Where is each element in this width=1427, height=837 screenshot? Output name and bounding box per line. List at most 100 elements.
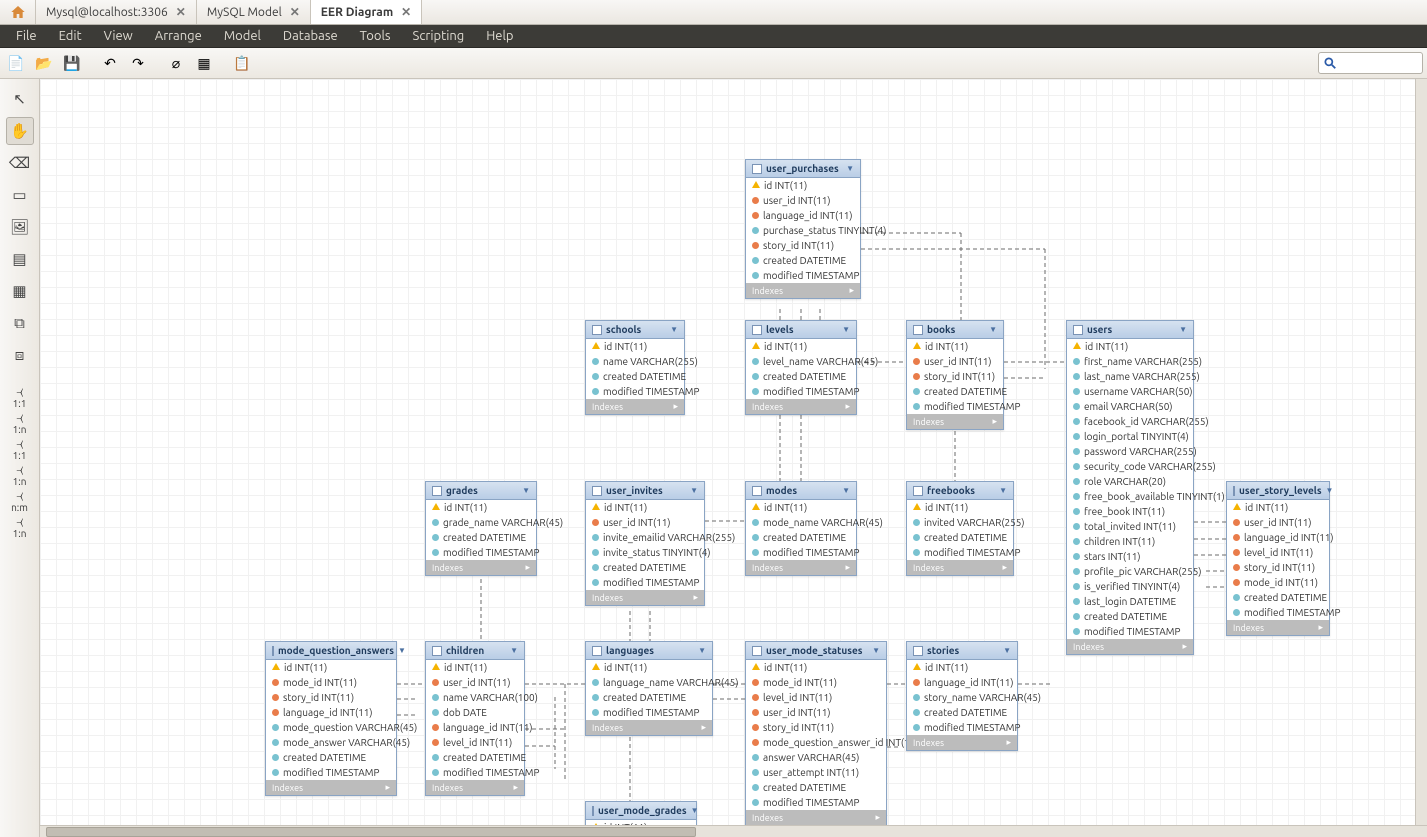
view-tool[interactable]: ⧉ (6, 309, 34, 337)
table-header[interactable]: users▼ (1067, 321, 1193, 339)
table-column[interactable]: dob DATE (426, 705, 524, 720)
table-column[interactable]: story_id INT(11) (746, 238, 860, 253)
menu-tools[interactable]: Tools (350, 27, 401, 45)
table-column[interactable]: created DATETIME (1067, 609, 1193, 624)
table-header[interactable]: freebooks▼ (907, 482, 1013, 500)
table-column[interactable]: user_id INT(11) (746, 705, 886, 720)
table-column[interactable]: story_name VARCHAR(45) (907, 690, 1017, 705)
table-column[interactable]: id INT(11) (746, 339, 856, 354)
expand-icon[interactable]: ▸ (1318, 622, 1323, 633)
table-column[interactable]: id INT(11) (746, 660, 886, 675)
table-header[interactable]: user_mode_grades▼ (586, 802, 696, 820)
table-column[interactable]: id INT(11) (586, 660, 712, 675)
table-column[interactable]: created DATETIME (266, 750, 396, 765)
table-column[interactable]: invite_emailid VARCHAR(255) (586, 530, 704, 545)
table-column[interactable]: story_id INT(11) (907, 369, 1003, 384)
table-freebooks[interactable]: freebooks▼id INT(11)invited VARCHAR(255)… (906, 481, 1014, 576)
collapse-icon[interactable]: ▼ (999, 486, 1007, 495)
table-column[interactable]: modified TIMESTAMP (1067, 624, 1193, 639)
table-levels[interactable]: levels▼id INT(11)level_name VARCHAR(45)c… (745, 320, 857, 415)
table-column[interactable]: language_id INT(11) (746, 208, 860, 223)
table-header[interactable]: user_invites▼ (586, 482, 704, 500)
table-stories[interactable]: stories▼id INT(11)language_id INT(11)sto… (906, 641, 1018, 751)
table-column[interactable]: modified TIMESTAMP (746, 545, 856, 560)
table-column[interactable]: created DATETIME (586, 560, 704, 575)
table-column[interactable]: mode_name VARCHAR(45) (746, 515, 856, 530)
table-column[interactable]: created DATETIME (746, 253, 860, 268)
collapse-icon[interactable]: ▼ (1003, 646, 1011, 655)
table-indexes-footer[interactable]: Indexes▸ (746, 283, 860, 298)
table-header[interactable]: grades▼ (426, 482, 536, 500)
expand-icon[interactable]: ▸ (849, 285, 854, 296)
table-column[interactable]: modified TIMESTAMP (586, 705, 712, 720)
table-user_mode_statuses[interactable]: user_mode_statuses▼id INT(11)mode_id INT… (745, 641, 887, 826)
menu-arrange[interactable]: Arrange (145, 27, 212, 45)
table-column[interactable]: modified TIMESTAMP (746, 268, 860, 283)
table-indexes-footer[interactable]: Indexes▸ (426, 560, 536, 575)
collapse-icon[interactable]: ▼ (398, 646, 406, 655)
table-column[interactable]: user_id INT(11) (1227, 515, 1329, 530)
table-schools[interactable]: schools▼id INT(11)name VARCHAR(255)creat… (585, 320, 685, 415)
table-column[interactable]: stars INT(11) (1067, 549, 1193, 564)
table-column[interactable]: last_name VARCHAR(255) (1067, 369, 1193, 384)
table-grades[interactable]: grades▼id INT(11)grade_name VARCHAR(45)c… (425, 481, 537, 576)
table-column[interactable]: role VARCHAR(20) (1067, 474, 1193, 489)
table-column[interactable]: last_login DATETIME (1067, 594, 1193, 609)
table-column[interactable]: children INT(11) (1067, 534, 1193, 549)
table-column[interactable]: is_verified TINYINT(4) (1067, 579, 1193, 594)
table-column[interactable]: user_id INT(11) (426, 675, 524, 690)
table-column[interactable]: language_id INT(11) (266, 705, 396, 720)
relation-tool-1-n[interactable]: ⎯⟨1:n (11, 411, 28, 437)
horizontal-scrollbar[interactable] (40, 825, 1427, 837)
collapse-icon[interactable]: ▼ (842, 325, 850, 334)
close-icon[interactable]: ✕ (290, 5, 300, 19)
relation-tool-1-1[interactable]: ⎯⟨1:1 (11, 437, 28, 463)
table-header[interactable]: user_story_levels▼ (1227, 482, 1329, 500)
table-column[interactable]: id INT(11) (907, 339, 1003, 354)
table-column[interactable]: password VARCHAR(255) (1067, 444, 1193, 459)
table-column[interactable]: created DATETIME (907, 530, 1013, 545)
table-column[interactable]: login_portal TINYINT(4) (1067, 429, 1193, 444)
menu-database[interactable]: Database (273, 27, 348, 45)
expand-icon[interactable]: ▸ (1182, 641, 1187, 652)
expand-icon[interactable]: ▸ (845, 401, 850, 412)
table-column[interactable]: story_id INT(11) (1227, 560, 1329, 575)
table-column[interactable]: id INT(11) (746, 500, 856, 515)
table-column[interactable]: created DATETIME (586, 369, 684, 384)
vertical-scrollbar[interactable] (1415, 79, 1427, 825)
table-column[interactable]: mode_question VARCHAR(45) (266, 720, 396, 735)
table-column[interactable]: modified TIMESTAMP (426, 765, 524, 780)
collapse-icon[interactable]: ▼ (1326, 486, 1334, 495)
layer-tool[interactable]: ▭ (6, 181, 34, 209)
collapse-icon[interactable]: ▼ (510, 646, 518, 655)
collapse-icon[interactable]: ▼ (691, 806, 699, 815)
expand-icon[interactable]: ▸ (525, 562, 530, 573)
expand-icon[interactable]: ▸ (992, 416, 997, 427)
table-column[interactable]: language_name VARCHAR(45) (586, 675, 712, 690)
table-column[interactable]: id INT(11) (1227, 500, 1329, 515)
table-column[interactable]: answer VARCHAR(45) (746, 750, 886, 765)
table-column[interactable]: modified TIMESTAMP (586, 575, 704, 590)
expand-icon[interactable]: ▸ (875, 812, 880, 823)
table-header[interactable]: user_purchases▼ (746, 160, 860, 178)
table-indexes-footer[interactable]: Indexes▸ (907, 735, 1017, 750)
table-column[interactable]: grade_name VARCHAR(45) (426, 515, 536, 530)
table-column[interactable]: language_id INT(11) (907, 675, 1017, 690)
table-header[interactable]: schools▼ (586, 321, 684, 339)
table-column[interactable]: user_attempt INT(11) (746, 765, 886, 780)
table-user_purchases[interactable]: user_purchases▼id INT(11)user_id INT(11)… (745, 159, 861, 299)
menu-file[interactable]: File (6, 27, 47, 45)
table-column[interactable]: level_id INT(11) (1227, 545, 1329, 560)
table-column[interactable]: created DATETIME (746, 369, 856, 384)
open-file-button[interactable]: 📂 (32, 51, 56, 75)
table-column[interactable]: level_name VARCHAR(45) (746, 354, 856, 369)
table-header[interactable]: user_mode_statuses▼ (746, 642, 886, 660)
table-column[interactable]: modified TIMESTAMP (907, 720, 1017, 735)
eraser-tool[interactable]: ⌫ (6, 149, 34, 177)
expand-icon[interactable]: ▸ (1006, 737, 1011, 748)
table-column[interactable]: user_id INT(11) (586, 515, 704, 530)
collapse-icon[interactable]: ▼ (989, 325, 997, 334)
table-column[interactable]: modified TIMESTAMP (586, 384, 684, 399)
table-column[interactable]: user_id INT(11) (746, 193, 860, 208)
relation-tool-1-n[interactable]: ⎯⟨1:n (11, 515, 28, 541)
